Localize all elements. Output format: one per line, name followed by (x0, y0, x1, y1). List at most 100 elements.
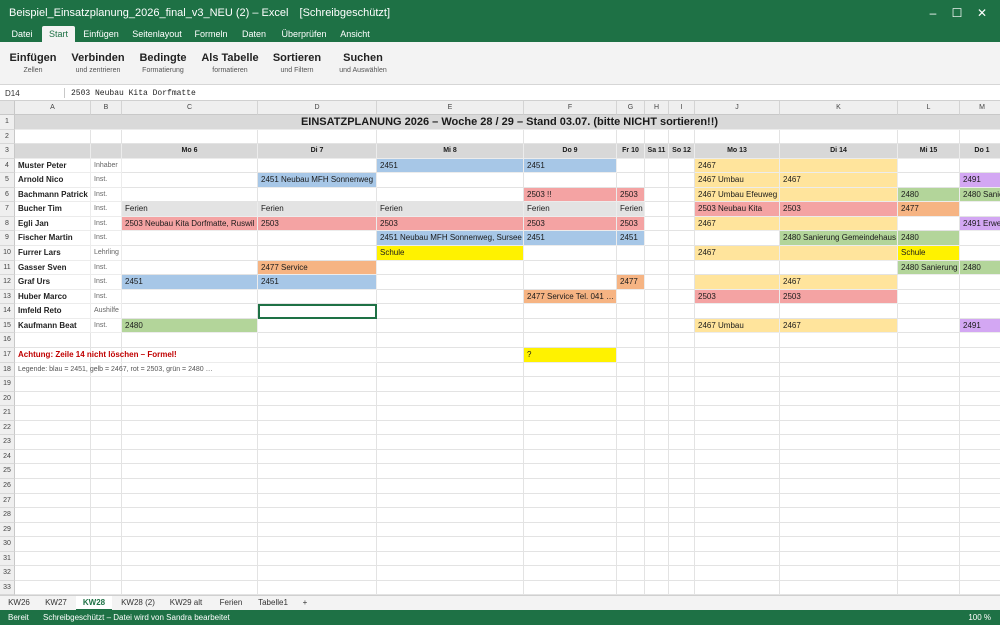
planned-cell[interactable] (695, 275, 780, 290)
row-header-19[interactable]: 19 (0, 377, 15, 392)
employee-role[interactable]: Inst. (91, 275, 122, 290)
day-header[interactable]: So 12 (669, 144, 695, 159)
row-header-17[interactable]: 17 (0, 347, 15, 363)
tab-start[interactable]: Start (42, 26, 75, 42)
employee-role[interactable]: Inst. (91, 260, 122, 276)
row-header-29[interactable]: 29 (0, 522, 15, 538)
assignment-cell[interactable]: 2451 (617, 231, 645, 247)
row-header-10[interactable]: 10 (0, 246, 15, 261)
tab-formeln[interactable]: Formeln (190, 26, 232, 42)
warning-note[interactable]: Achtung: Zeile 14 nicht löschen – Formel… (15, 347, 377, 363)
assignment-cell[interactable]: 2503 Neubau Kita Dorfmatte, Ruswil (122, 216, 258, 232)
selected-cell[interactable] (258, 304, 377, 319)
blank-header-cell[interactable] (91, 144, 122, 159)
day-header[interactable]: Mi 15 (898, 144, 960, 159)
employee-name[interactable]: Arnold Nico (15, 173, 91, 188)
employee-name[interactable]: Huber Marco (15, 289, 91, 305)
row-header-27[interactable]: 27 (0, 493, 15, 509)
employee-name[interactable]: Imfeld Reto (15, 304, 91, 319)
merge-center-button[interactable]: Verbinden und zentrieren (70, 52, 126, 74)
day-header[interactable]: Di 7 (258, 144, 377, 159)
close-icon[interactable]: ✕ (973, 4, 991, 22)
assignment-cell[interactable]: 2451 (258, 275, 377, 290)
employee-name[interactable]: Egli Jan (15, 216, 91, 232)
maximize-icon[interactable]: ☐ (948, 4, 966, 22)
day-header[interactable]: Fr 10 (617, 144, 645, 159)
row-header-22[interactable]: 22 (0, 420, 15, 436)
employee-name[interactable]: Bachmann Patrick (15, 187, 91, 203)
assignment-cell[interactable]: 2467 (780, 275, 898, 290)
day-header[interactable]: Sa 11 (645, 144, 669, 159)
assignment-cell[interactable]: 2480 (898, 187, 960, 203)
column-header-c[interactable]: C (122, 101, 258, 115)
assignment-cell[interactable]: 2480 Sanierung (898, 260, 960, 276)
row-header-9[interactable]: 9 (0, 231, 15, 247)
sheet-tab[interactable]: KW28 (2) (116, 596, 160, 611)
employee-role[interactable]: Inst. (91, 216, 122, 232)
day-header[interactable]: Do 9 (524, 144, 617, 159)
sheet-title[interactable]: EINSATZPLANUNG 2026 – Woche 28 / 29 – St… (15, 115, 1000, 130)
employee-role[interactable]: Inst. (91, 187, 122, 203)
row-header-8[interactable]: 8 (0, 216, 15, 232)
sort-filter-button[interactable]: Sortieren und Filtern (272, 52, 322, 74)
row-header-25[interactable]: 25 (0, 464, 15, 479)
assignment-cell[interactable]: 2480 Sanie (960, 187, 1000, 203)
row-header-28[interactable]: 28 (0, 508, 15, 523)
assignment-cell[interactable]: 2467 (780, 318, 898, 334)
tab-ueberpruefen[interactable]: Überprüfen (277, 26, 331, 42)
row-header-11[interactable]: 11 (0, 260, 15, 276)
planned-cell[interactable] (780, 246, 898, 261)
question-cell[interactable]: ? (524, 347, 617, 363)
legend-note[interactable]: Legende: blau = 2451, gelb = 2467, rot =… (15, 362, 258, 378)
row-header-1[interactable]: 1 (0, 115, 15, 130)
assignment-cell[interactable]: 2503 Neubau Kita (695, 202, 780, 217)
assignment-cell[interactable]: 2467 Umbau Efeuweg (695, 187, 780, 203)
row-header-13[interactable]: 13 (0, 289, 15, 305)
row-header-30[interactable]: 30 (0, 537, 15, 552)
column-header-a[interactable]: A (15, 101, 91, 115)
spreadsheet-grid[interactable]: A B C D E F G H I J K L M 1 2 3 4 5 6 7 8 9 10 11 12 13 14 15 16 17 18… (0, 101, 1000, 595)
assignment-cell[interactable]: 2503 (695, 289, 780, 305)
day-header[interactable]: Do 1 (960, 144, 1000, 159)
assignment-cell[interactable]: 2467 Umbau (695, 318, 780, 334)
row-header-23[interactable]: 23 (0, 435, 15, 450)
row-header-21[interactable]: 21 (0, 406, 15, 421)
assignment-cell[interactable]: Ferien (617, 202, 645, 217)
employee-name[interactable]: Bucher Tim (15, 202, 91, 217)
assignment-cell[interactable]: 2503 (617, 187, 645, 203)
formula-input[interactable]: 2503 Neubau Kita Dorfmatte (71, 89, 196, 98)
assignment-cell[interactable]: 2467 Umbau (695, 173, 780, 188)
employee-name[interactable]: Kaufmann Beat (15, 318, 91, 334)
column-header-j[interactable]: J (695, 101, 780, 115)
row-header-26[interactable]: 26 (0, 479, 15, 494)
row-header-15[interactable]: 15 (0, 318, 15, 334)
assignment-cell[interactable]: 2491 (960, 318, 1000, 334)
minimize-icon[interactable]: – (924, 4, 942, 22)
employee-name[interactable]: Fischer Martin (15, 231, 91, 247)
sheet-tab[interactable]: Ferien (213, 596, 249, 611)
assignment-cell[interactable]: 2451 (524, 158, 617, 174)
assignment-cell[interactable]: 2467 (780, 173, 898, 188)
employee-name[interactable]: Graf Urs (15, 275, 91, 290)
tab-daten[interactable]: Daten (236, 26, 272, 42)
day-header[interactable]: Mi 8 (377, 144, 524, 159)
assignment-cell[interactable]: 2503 (780, 289, 898, 305)
row-header-18[interactable]: 18 (0, 362, 15, 378)
blank-header-cell[interactable] (15, 144, 91, 159)
assignment-cell[interactable]: Schule (377, 246, 524, 261)
assignment-cell[interactable]: 2480 (122, 318, 258, 334)
assignment-cell[interactable]: 2480 (898, 231, 960, 247)
conditional-format-button[interactable]: Bedingte Formatierung (138, 52, 188, 74)
assignment-cell[interactable]: 2451 Neubau MFH Sonnenweg (258, 173, 377, 188)
add-sheet-button[interactable]: + (296, 596, 314, 611)
day-header[interactable]: Di 14 (780, 144, 898, 159)
row-header-32[interactable]: 32 (0, 566, 15, 581)
row-header-20[interactable]: 20 (0, 391, 15, 407)
employee-role[interactable]: Inst. (91, 202, 122, 217)
employee-role[interactable]: Inst. (91, 289, 122, 305)
row-header-12[interactable]: 12 (0, 275, 15, 290)
row-header-4[interactable]: 4 (0, 158, 15, 174)
planned-cell[interactable] (780, 158, 898, 174)
format-as-table-button[interactable]: Als Tabelle formatieren (200, 52, 260, 74)
sheet-tab[interactable]: KW26 (3, 596, 35, 611)
